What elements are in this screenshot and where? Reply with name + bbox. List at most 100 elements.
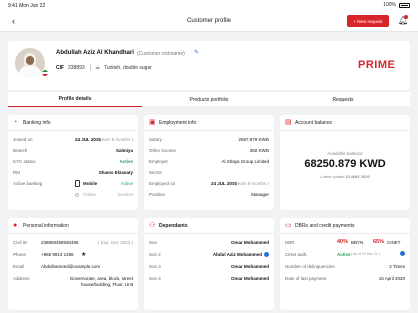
bbyn-value: 40% (337, 239, 349, 245)
info-row: Active banking Mobile Active (13, 180, 133, 188)
row-label: Other income (149, 148, 177, 153)
tab-profile-details[interactable]: Profile details (8, 92, 142, 107)
row-label: RM (13, 170, 20, 175)
star-icon[interactable]: ★ (81, 251, 86, 258)
updated-label: Latest update (320, 174, 345, 179)
row-value: Abdulhameed@example.com (41, 264, 101, 269)
customer-nickname: (Customer nickname) (137, 51, 185, 57)
info-row: RM Shams Elzanaty (13, 169, 133, 177)
row-value: 350 KWD (249, 148, 269, 153)
row-label: Date of last payment (285, 276, 327, 281)
info-row: Online Inactive (13, 191, 133, 199)
status-bar: 9:41 Mon Jun 22 100% (0, 0, 418, 12)
info-row: Other income 350 KWD (149, 147, 269, 155)
avatar-robe (19, 66, 41, 78)
row-label: Number of delinquencies (285, 264, 335, 269)
tab-products-portfolio[interactable]: Products portfolio (142, 92, 276, 107)
row-value: 2557.879 KWD (238, 137, 269, 142)
bbyn-label: BBYN (351, 240, 364, 245)
info-row: Email Abdulhameed@example.com (13, 263, 133, 271)
profile-tabs: Profile details Products portfolio Reque… (8, 91, 410, 107)
info-icon[interactable] (264, 252, 269, 257)
row-label: Active banking (13, 181, 43, 186)
status-time: 9:41 Mon Jun 22 (8, 3, 46, 9)
info-row: Civil ID 238893458930495 ( Exp. Dec 2023… (13, 239, 133, 247)
row-value: Shams Elzanaty (98, 170, 133, 175)
row-label: Email (13, 264, 25, 269)
edit-pencil-icon[interactable]: ✎ (194, 49, 199, 56)
app-header: ‹ Customer profile + New request 🔔︎ (0, 12, 418, 32)
card-title: Employment info (159, 120, 197, 126)
row-label: Son 4 (149, 276, 161, 281)
card-title: Personal information (23, 223, 69, 229)
card-header: ◔ Banking info (8, 115, 138, 131)
info-row: Phone +965 9913 1486 ★ (13, 251, 133, 259)
status-badge: Active (119, 159, 133, 164)
row-label: Son 3 (149, 264, 161, 269)
coffee-preference: Turkish, double sugar (104, 65, 152, 71)
person-icon: ● (13, 222, 18, 229)
row-sub: ( 5 years 9 months ) (228, 181, 269, 186)
list-item: Son 3 Omar Mohammed (149, 263, 269, 271)
row-value: 2 Times (389, 264, 405, 269)
card-title: Banking info (23, 120, 51, 126)
info-row: Address Governorate, area, block, street… (13, 275, 133, 291)
row-label: Civil ID (13, 240, 28, 245)
row-value: +965 9913 1486 (41, 252, 74, 257)
row-sub: ( Exp. Dec 2023 ) (97, 240, 133, 245)
briefcase-icon: ▣ (149, 119, 156, 126)
new-request-button[interactable]: + New request (347, 15, 389, 27)
info-row: CiNet auth. Active ( As of 25 Dec 21 ) (285, 251, 405, 259)
info-row: Date of last payment 15 April 2020 (285, 275, 405, 283)
cinet-label: CINET (387, 240, 401, 245)
cif-value: 238893 (68, 65, 85, 71)
row-value: Manager (251, 192, 269, 197)
dbr-card: ▭ DBRs and credit payments DBR 40% BBYN … (280, 218, 410, 310)
speedometer-icon: ◔ (13, 119, 18, 126)
row-value: 238893458930495 (41, 240, 79, 245)
row-label: Position (149, 192, 166, 197)
info-row: Branch Salmiya (13, 147, 133, 155)
status-badge: Active (337, 252, 351, 257)
row-label: KYC status (13, 159, 36, 164)
card-title: DBRs and credit payments (295, 223, 355, 229)
row-value: Salmiya (115, 148, 133, 153)
info-row: Joined on 24 JUL 2015 ( 5 years 9 months… (13, 136, 133, 144)
avatar-face (26, 56, 34, 65)
card-header: ▣ Employment info (144, 115, 274, 131)
tab-requests[interactable]: Requests (276, 92, 410, 107)
cinet-value: 65% (373, 239, 385, 245)
employment-info-card: ▣ Employment info Salary 2557.879 KWD Ot… (144, 115, 274, 210)
row-label: Branch (13, 148, 28, 153)
banking-info-card: ◔ Banking info Joined on 24 JUL 2015 ( 5… (8, 115, 138, 210)
online-icon (75, 193, 79, 197)
cif-label: CIF (56, 65, 65, 71)
row-label: Joined on (13, 137, 33, 142)
row-value: Omar Mohammed (230, 240, 269, 245)
balance-value: 68250.879 KWD (304, 158, 386, 170)
updated-date: 21 MAY 2020 (345, 174, 370, 179)
balance-label: Available balance (327, 151, 363, 156)
list-item: Son 4 Omar Mohammed (149, 275, 269, 283)
wallet-icon: ▤ (285, 119, 292, 126)
credit-card-icon: ▭ (285, 222, 292, 229)
status-badge: Active (120, 181, 133, 186)
account-balance-card: ▤ Account balance Available balance 6825… (280, 115, 410, 210)
info-row: DBR 40% BBYN 65% CINET (285, 239, 405, 247)
info-row: Employer Al Shaya Group Limited (149, 158, 269, 166)
row-label: Employed on (149, 181, 176, 186)
battery-label: 100% (383, 2, 396, 8)
card-title: Account balance (295, 120, 332, 126)
row-sub: ( As of 25 Dec 21 ) (351, 252, 380, 256)
row-value: Omar Mohammed (230, 264, 269, 269)
divider (90, 64, 91, 71)
family-icon: ⚇ (149, 222, 156, 229)
dependants-card: ⚇ Dependants Son Omar Mohammed Son 2 Abd… (144, 218, 274, 310)
row-sub: ( 5 years 9 months ) (92, 137, 133, 142)
info-row: Number of delinquencies 2 Times (285, 263, 405, 271)
customer-profile-card: Abdullah Aziz Al Khandhari (Customer nic… (8, 41, 410, 90)
kuwait-flag-icon (41, 69, 49, 77)
info-icon[interactable] (400, 251, 405, 256)
row-value: Governorate, area, block, street house/b… (69, 276, 133, 287)
status-icons: 100% (383, 2, 410, 8)
